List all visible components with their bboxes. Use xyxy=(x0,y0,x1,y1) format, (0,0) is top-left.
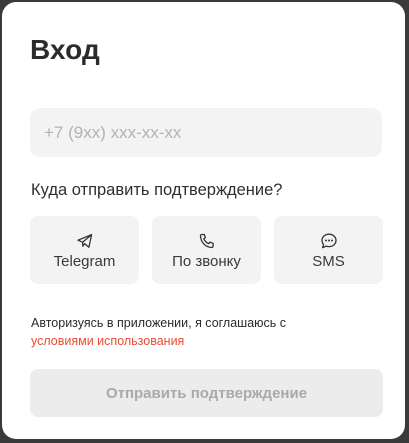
sms-icon xyxy=(320,233,337,249)
method-call-label: По звонку xyxy=(172,253,241,270)
login-title: Вход xyxy=(30,34,101,65)
method-call-button[interactable]: По звонку xyxy=(152,216,261,284)
method-telegram-button[interactable]: Telegram xyxy=(30,216,139,284)
method-sms-label: SMS xyxy=(312,253,345,270)
confirmation-question: Куда отправить подтверждение? xyxy=(31,181,283,199)
method-telegram-label: Telegram xyxy=(53,253,116,270)
send-confirmation-button[interactable]: Отправить подтверждение xyxy=(30,369,383,417)
telegram-icon xyxy=(76,233,92,248)
terms-text: Авторизуясь в приложении, я соглашаюсь с xyxy=(31,316,287,330)
confirmation-methods: Telegram По звонку SMS xyxy=(30,216,383,284)
terms-link[interactable]: условиями использования xyxy=(31,334,184,348)
method-sms-button[interactable]: SMS xyxy=(274,216,383,284)
phone-icon xyxy=(199,233,214,249)
phone-input[interactable] xyxy=(30,108,382,157)
login-modal: Вход Куда отправить подтверждение? Teleg… xyxy=(2,2,405,439)
terms-notice: Авторизуясь в приложении, я соглашаюсь с… xyxy=(31,314,371,350)
